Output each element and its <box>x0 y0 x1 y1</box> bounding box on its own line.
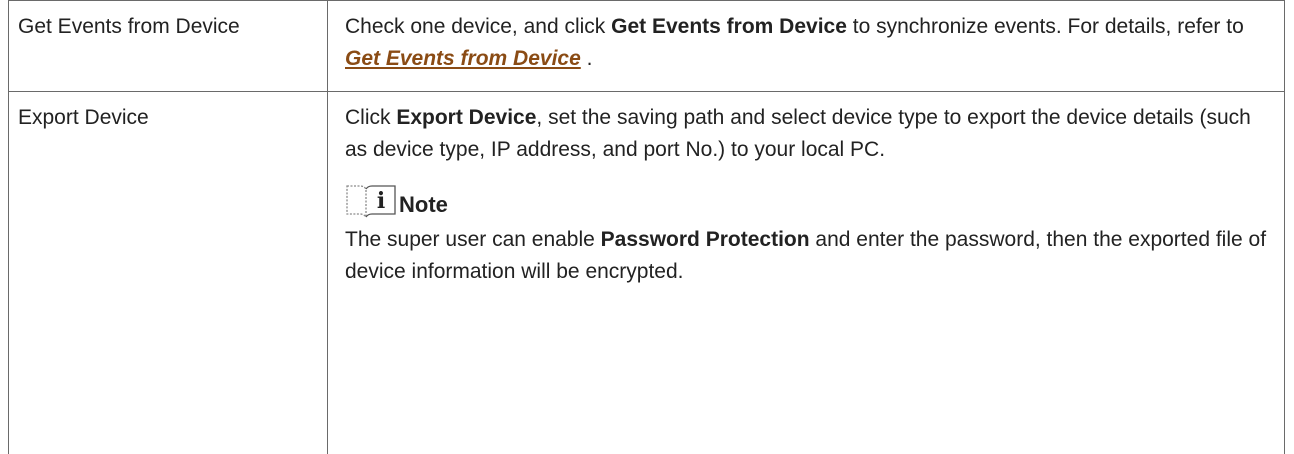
note-title: Note <box>399 176 448 226</box>
function-description: Check one device, and click Get Events f… <box>345 11 1270 75</box>
function-name-cell: Export Device <box>9 92 328 454</box>
cross-reference-link[interactable]: Get Events from Device <box>345 47 581 70</box>
function-description: Click Export Device, set the saving path… <box>345 102 1270 166</box>
table-row: Get Events from Device Check one device,… <box>9 1 1285 92</box>
note-body: The super user can enable Password Prote… <box>345 224 1270 288</box>
function-table: Get Events from Device Check one device,… <box>8 0 1285 454</box>
function-name: Export Device <box>18 106 149 129</box>
note-book-icon: i <box>345 183 397 219</box>
function-name: Get Events from Device <box>18 15 240 38</box>
description-text: Click <box>345 106 396 129</box>
function-description-cell: Check one device, and click Get Events f… <box>328 1 1285 92</box>
description-text: to synchronize events. For details, refe… <box>847 15 1244 38</box>
description-text: . <box>581 47 593 70</box>
svg-text:i: i <box>377 188 385 214</box>
note-header: i Note <box>345 180 1270 222</box>
note-text: The super user can enable <box>345 228 601 251</box>
ui-term: Password Protection <box>601 228 810 251</box>
function-description-cell: Click Export Device, set the saving path… <box>328 92 1285 454</box>
table-row: Export Device Click Export Device, set t… <box>9 92 1285 454</box>
function-name-cell: Get Events from Device <box>9 1 328 92</box>
ui-term: Get Events from Device <box>611 15 847 38</box>
description-text: Check one device, and click <box>345 15 611 38</box>
ui-term: Export Device <box>396 106 536 129</box>
